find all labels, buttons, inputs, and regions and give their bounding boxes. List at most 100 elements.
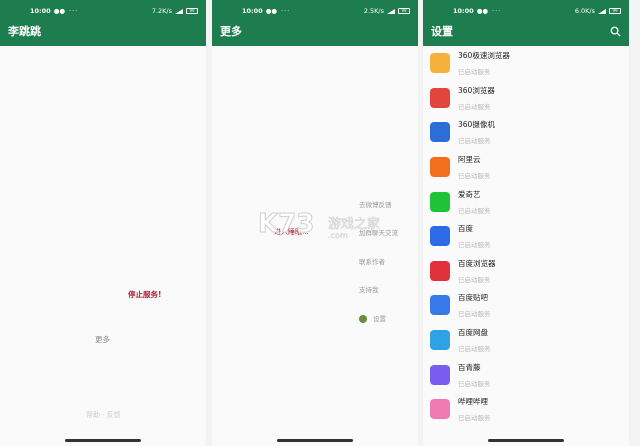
- signal-icon: [598, 8, 606, 14]
- app-name: 百度网盘: [458, 328, 488, 338]
- list-item-text: 阿里云 已启动服务: [458, 154, 491, 180]
- gesture-bar: [488, 439, 564, 442]
- 360-browser-icon: [430, 87, 450, 108]
- signal-icon: [175, 8, 183, 14]
- main-screen: 10:00 ●● ··· 7.2K/s 99 李跳跳 停止服务! 更多 帮助 ·…: [0, 0, 206, 446]
- app-name: 爱奇艺: [458, 189, 481, 199]
- list-item[interactable]: 360摄像机 已启动服务: [423, 115, 629, 150]
- settings-screen: 10:00 ●● ··· 6.0K/s 99 设置 360极速浏览器 已启动服务 3…: [423, 0, 629, 446]
- app-name: 百度浏览器: [458, 258, 496, 268]
- app-name: 百度: [458, 224, 473, 234]
- list-item-text: 360极速浏览器 已启动服务: [458, 50, 510, 76]
- page-title: 李跳跳: [8, 25, 41, 38]
- app-name: 360极速浏览器: [458, 51, 510, 61]
- list-item[interactable]: 爱奇艺 已启动服务: [423, 184, 629, 219]
- status-bar: 10:00 ●● ··· 2.5K/s 99: [212, 0, 418, 22]
- list-item[interactable]: 哔哩哔哩 已启动服务: [423, 392, 629, 427]
- svg-text:.com: .com: [328, 231, 348, 240]
- net-speed: 6.0K/s: [574, 7, 595, 15]
- app-status: 已启动服务: [458, 68, 491, 77]
- app-status: 已启动服务: [458, 241, 491, 250]
- 360-speed-browser-icon: [430, 53, 450, 74]
- more-dots-icon: ···: [69, 7, 79, 15]
- menu-item-support[interactable]: 支持我: [359, 284, 379, 294]
- app-name: 360浏览器: [458, 85, 495, 95]
- list-item[interactable]: 百度贴吧 已启动服务: [423, 288, 629, 323]
- bilibili-icon: [430, 399, 450, 420]
- app-name: 百青藤: [458, 362, 481, 372]
- iqiyi-icon: [430, 191, 450, 212]
- more-dots-icon: ···: [492, 7, 502, 15]
- more-dots-icon: ···: [281, 7, 291, 15]
- app-list: 360极速浏览器 已启动服务 360浏览器 已启动服务 360摄像机 已启动服务 阿里云 已启…: [423, 46, 629, 427]
- notification-icon: ●●: [53, 7, 66, 15]
- list-item[interactable]: 阿里云 已启动服务: [423, 150, 629, 185]
- list-item-text: 百度贴吧 已启动服务: [458, 292, 491, 318]
- list-item[interactable]: 百度网盘 已启动服务: [423, 323, 629, 358]
- baidu-tieba-icon: [430, 295, 450, 316]
- menu-item-settings[interactable]: 设置: [359, 313, 386, 323]
- menu-item-contact-author[interactable]: 联系作者: [359, 256, 385, 266]
- net-speed: 2.5K/s: [363, 7, 384, 15]
- page-title: 更多: [220, 25, 242, 38]
- battery-icon: 99: [398, 8, 410, 14]
- notification-icon: ●●: [476, 7, 489, 15]
- settings-icon: [359, 315, 367, 323]
- app-bar: 李跳跳: [0, 22, 206, 46]
- app-name: 百度贴吧: [458, 293, 488, 303]
- baiqingteng-icon: [430, 364, 450, 385]
- gesture-bar: [277, 439, 353, 442]
- list-item[interactable]: 百度浏览器已启动服务: [423, 254, 629, 289]
- stop-service-button[interactable]: 停止服务!: [128, 289, 161, 300]
- list-item[interactable]: 360浏览器 已启动服务: [423, 81, 629, 116]
- status-bar: 10:00 ●● ··· 6.0K/s 99: [423, 0, 629, 22]
- app-status: 已启动服务: [458, 414, 491, 423]
- list-item-text: 哔哩哔哩 已启动服务: [458, 396, 491, 422]
- baidu-netdisk-icon: [430, 330, 450, 351]
- status-bar: 10:00 ●● ··· 7.2K/s 99: [0, 0, 206, 22]
- app-bar: 更多: [212, 22, 418, 46]
- app-status: 已启动服务: [458, 379, 491, 388]
- list-item-text: 百度网盘 已启动服务: [458, 327, 491, 353]
- battery-icon: 99: [609, 8, 621, 14]
- app-name: 阿里云: [458, 155, 481, 165]
- list-item[interactable]: 百青藤 已启动服务: [423, 357, 629, 392]
- aliyun-icon: [430, 157, 450, 178]
- list-item[interactable]: 百度 已启动服务: [423, 219, 629, 254]
- app-status: 已启动服务: [458, 102, 491, 111]
- app-bar: 设置: [423, 22, 629, 46]
- signal-icon: [387, 8, 395, 14]
- app-name: 哔哩哔哩: [458, 397, 488, 407]
- gesture-bar: [65, 439, 141, 442]
- status-time: 10:00: [453, 7, 474, 15]
- list-item-text: 360浏览器 已启动服务: [458, 85, 495, 111]
- app-name: 360摄像机: [458, 120, 495, 130]
- list-item-text: 360摄像机 已启动服务: [458, 119, 495, 145]
- app-status: 已启动服务: [458, 345, 491, 354]
- baidu-icon: [430, 226, 450, 247]
- app-status: 已启动服务: [458, 172, 491, 181]
- status-time: 10:00: [30, 7, 51, 15]
- watermark-text: 游戏之家: [328, 216, 380, 232]
- page-title: 设置: [431, 25, 453, 38]
- battery-icon: 99: [186, 8, 198, 14]
- notification-icon: ●●: [265, 7, 278, 15]
- more-link[interactable]: 更多: [95, 334, 110, 345]
- list-item-text: 百度 已启动服务: [458, 223, 491, 249]
- watermark-logo: K73 游戏之家 .com: [258, 209, 380, 241]
- help-feedback-link[interactable]: 帮助 · 反馈: [86, 410, 121, 420]
- status-time: 10:00: [242, 7, 263, 15]
- 360-camera-icon: [430, 122, 450, 143]
- search-icon[interactable]: [610, 26, 621, 37]
- app-status: 已启动服务: [458, 206, 491, 215]
- app-status: 已启动服务: [458, 137, 491, 146]
- svg-text:K73: K73: [258, 209, 314, 239]
- net-speed: 7.2K/s: [151, 7, 172, 15]
- app-status: 已启动服务: [458, 275, 491, 284]
- list-item-text: 爱奇艺 已启动服务: [458, 189, 491, 215]
- list-item-text: 百青藤 已启动服务: [458, 362, 491, 388]
- menu-item-settings-label: 设置: [373, 315, 386, 323]
- list-item[interactable]: 360极速浏览器 已启动服务: [423, 46, 629, 81]
- list-item-text: 百度浏览器已启动服务: [458, 258, 496, 284]
- app-status: 已启动服务: [458, 310, 491, 319]
